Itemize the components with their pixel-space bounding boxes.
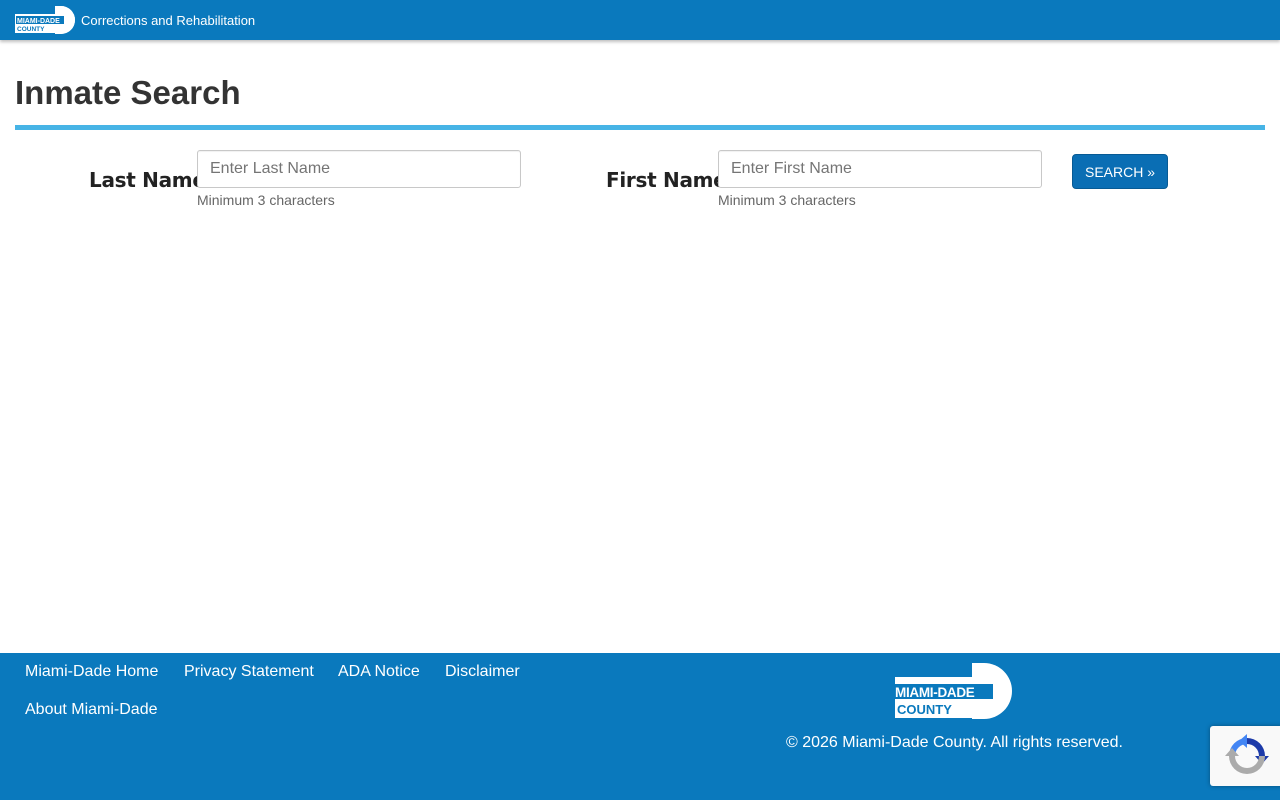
miami-dade-logo-icon: MIAMI-DADE COUNTY bbox=[895, 663, 1012, 719]
footer-link-disclaimer[interactable]: Disclaimer bbox=[445, 663, 520, 681]
footer-miami-dade-logo[interactable]: MIAMI-DADE COUNTY bbox=[894, 663, 1013, 724]
first-name-input[interactable] bbox=[718, 150, 1042, 188]
recaptcha-badge[interactable] bbox=[1210, 726, 1280, 786]
search-button[interactable]: SEARCH » bbox=[1072, 154, 1168, 189]
footer: Miami-Dade Home Privacy Statement ADA No… bbox=[0, 653, 1280, 800]
footer-link-about-miami-dade[interactable]: About Miami-Dade bbox=[25, 701, 158, 719]
copyright-text: © 2026 Miami-Dade County. All rights res… bbox=[786, 734, 1123, 751]
miami-dade-logo-icon: MIAMI-DADE COUNTY bbox=[15, 6, 75, 34]
site-title-link[interactable]: Corrections and Rehabilitation bbox=[81, 13, 255, 28]
title-divider bbox=[15, 125, 1265, 130]
recaptcha-icon bbox=[1225, 734, 1269, 774]
footer-link-miami-dade-home[interactable]: Miami-Dade Home bbox=[25, 663, 158, 681]
svg-text:MIAMI-DADE: MIAMI-DADE bbox=[895, 685, 975, 700]
top-header: MIAMI-DADE COUNTY Corrections and Rehabi… bbox=[0, 0, 1280, 40]
svg-text:MIAMI-DADE: MIAMI-DADE bbox=[17, 18, 60, 25]
last-name-hint: Minimum 3 characters bbox=[197, 192, 335, 208]
miami-dade-logo[interactable]: MIAMI-DADE COUNTY bbox=[15, 6, 75, 34]
first-name-label: First Name bbox=[606, 168, 727, 192]
page-title: Inmate Search bbox=[15, 74, 241, 111]
last-name-label: Last Name bbox=[89, 168, 206, 192]
last-name-input[interactable] bbox=[197, 150, 521, 188]
footer-link-ada-notice[interactable]: ADA Notice bbox=[338, 663, 420, 681]
footer-link-privacy-statement[interactable]: Privacy Statement bbox=[184, 663, 314, 681]
first-name-hint: Minimum 3 characters bbox=[718, 192, 856, 208]
svg-text:COUNTY: COUNTY bbox=[897, 702, 952, 717]
svg-text:COUNTY: COUNTY bbox=[17, 26, 45, 33]
